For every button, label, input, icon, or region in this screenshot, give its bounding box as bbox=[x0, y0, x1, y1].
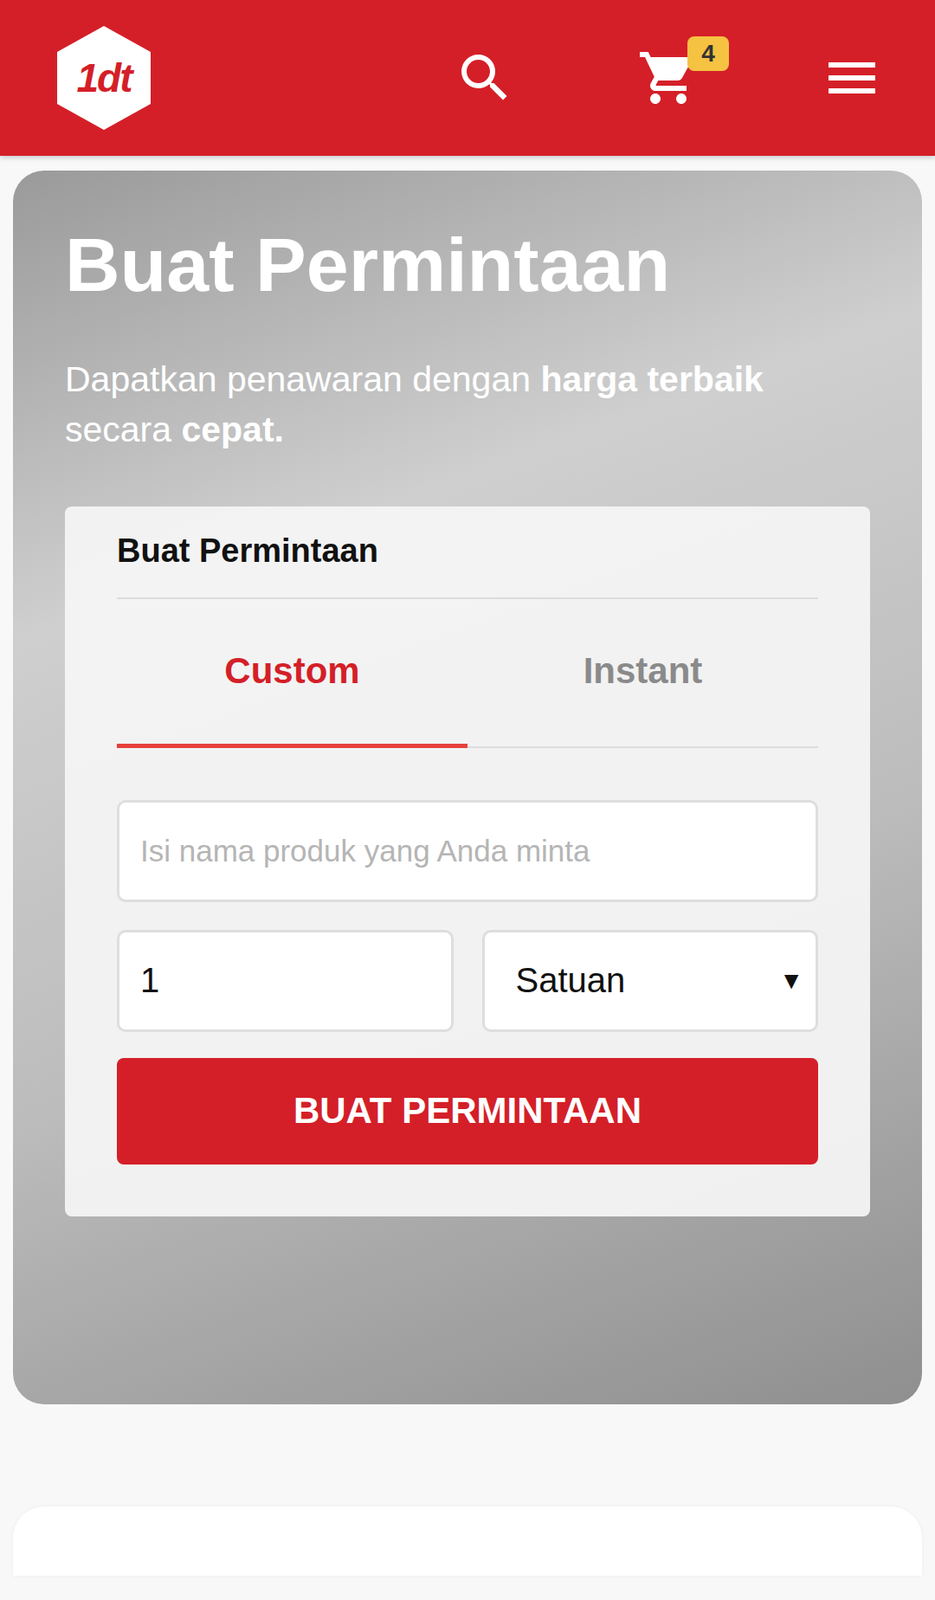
tab[interactable]: Instant bbox=[467, 599, 819, 748]
menu-icon[interactable] bbox=[820, 41, 884, 115]
hero-subtitle: Dapatkan penawaran dengan harga terbaik … bbox=[64, 354, 871, 455]
logo[interactable]: 1dt bbox=[57, 25, 151, 130]
unit-select[interactable]: Satuan▼ bbox=[482, 929, 819, 1032]
search-button[interactable] bbox=[453, 46, 516, 110]
request-form: Buat PermintaanCustomInstant Isi nama pro… bbox=[64, 506, 871, 1217]
hero-banner: Buat Permintaan Dapatkan penawaran dengan… bbox=[12, 170, 923, 1405]
page: 1dt 4 Buat Permintaan Dapatkan penawaran de… bbox=[0, 0, 935, 1600]
quantity-input[interactable]: 1 bbox=[116, 929, 454, 1032]
cart-button[interactable]: 4 bbox=[637, 46, 700, 110]
tab-bar: CustomInstant bbox=[116, 599, 819, 748]
top-bar: 1dt 4 bbox=[0, 0, 935, 156]
tab[interactable]: Custom bbox=[116, 599, 468, 748]
dropdown-arrow-icon: ▼ bbox=[779, 967, 804, 995]
menu-button[interactable] bbox=[820, 46, 884, 110]
form-title: Buat Permintaan bbox=[116, 532, 819, 600]
hero-title: Buat Permintaan bbox=[64, 220, 871, 309]
search-icon[interactable] bbox=[453, 45, 516, 110]
cart-badge: 4 bbox=[687, 36, 729, 71]
next-section-card bbox=[12, 1506, 923, 1576]
submit-button[interactable]: BUAT PERMINTAAN bbox=[116, 1057, 819, 1165]
product-input[interactable]: Isi nama produk yang Anda minta bbox=[116, 799, 819, 903]
